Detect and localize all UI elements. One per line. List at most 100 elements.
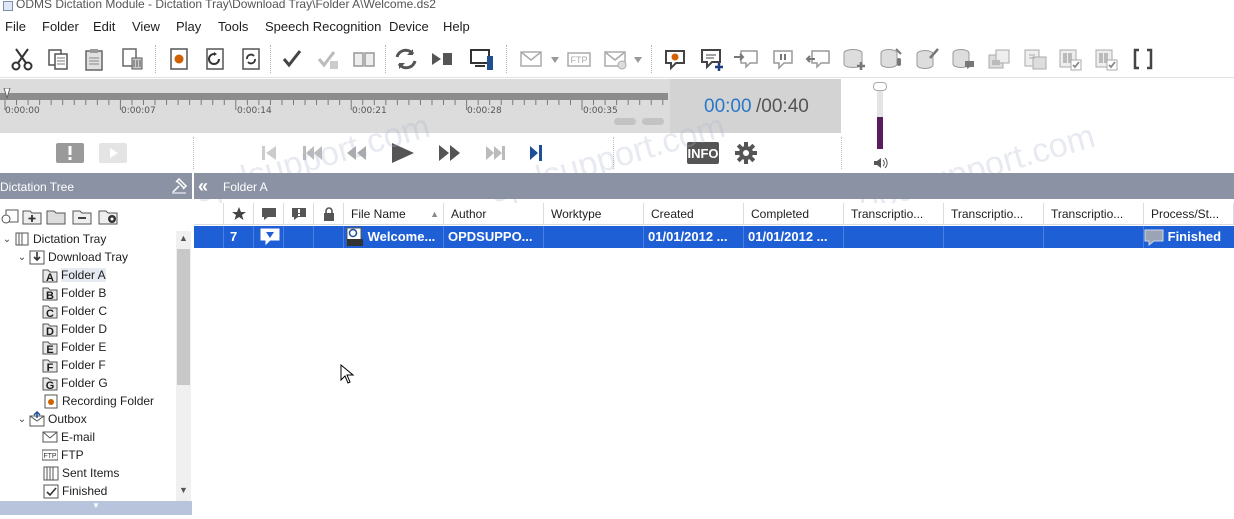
column-header-transcription-3[interactable]: Transcriptio...	[1044, 203, 1144, 225]
collapse-chevrons-icon[interactable]: «	[198, 176, 208, 197]
scroll-up-icon[interactable]: ▲	[176, 233, 191, 247]
alert-comment-icon[interactable]	[284, 203, 314, 225]
copy-icon[interactable]	[43, 44, 73, 74]
scroll-down-icon[interactable]: ▼	[176, 485, 191, 499]
record-comment-icon[interactable]	[660, 44, 690, 74]
rewind-start-icon[interactable]	[298, 140, 326, 166]
ftp-icon[interactable]: FTP	[564, 44, 594, 74]
delete-icon[interactable]	[117, 44, 147, 74]
menu-folder[interactable]: Folder	[42, 19, 79, 34]
column-header-worktype[interactable]: Worktype	[544, 203, 644, 225]
menu-file[interactable]: File	[5, 19, 26, 34]
tree-node-download-tray[interactable]: ⌄ Download Tray	[15, 248, 128, 266]
tree-node-folder-g[interactable]: G Folder G	[42, 374, 108, 392]
next-index-icon[interactable]	[522, 140, 550, 166]
tick-label: 0:00:21	[352, 106, 387, 116]
column-header-process-status[interactable]: Process/St...	[1144, 203, 1234, 225]
expand-chevron-icon[interactable]: ⌄	[0, 234, 14, 245]
play-stop-icon[interactable]	[427, 44, 457, 74]
folder-verify-icon[interactable]	[1091, 44, 1121, 74]
database-edit-icon[interactable]	[912, 44, 942, 74]
add-folder-icon[interactable]	[22, 207, 42, 225]
rewind-icon[interactable]	[342, 140, 370, 166]
folder-check-icon[interactable]	[1055, 44, 1085, 74]
add-database-icon[interactable]	[839, 44, 869, 74]
folder-settings-icon[interactable]	[984, 44, 1014, 74]
paste-icon[interactable]	[79, 44, 109, 74]
email-icon[interactable]	[516, 44, 546, 74]
star-icon[interactable]	[224, 203, 254, 225]
menu-speech-recognition[interactable]: Speech Recognition	[265, 19, 381, 34]
tree-node-ftp[interactable]: FTP FTP	[41, 446, 84, 464]
menu-device[interactable]: Device	[389, 19, 429, 34]
tree-node-finished[interactable]: Finished	[29, 482, 107, 500]
import-icon[interactable]	[200, 44, 230, 74]
skip-start-icon[interactable]	[255, 140, 283, 166]
tree-node-outbox[interactable]: ⌄ Outbox	[15, 410, 87, 428]
back-comment-icon[interactable]	[803, 44, 833, 74]
info-icon[interactable]: INFO	[687, 140, 719, 166]
volume-knob[interactable]	[873, 82, 887, 91]
folder-icon[interactable]	[46, 207, 66, 225]
new-tray-icon[interactable]	[0, 207, 20, 225]
position-marker-icon[interactable]	[0, 88, 12, 100]
insert-comment-icon[interactable]	[731, 44, 761, 74]
sync-icon[interactable]	[391, 44, 421, 74]
pause-comment-icon[interactable]	[767, 44, 797, 74]
fast-forward-icon[interactable]	[436, 140, 464, 166]
email-options-icon[interactable]	[600, 44, 630, 74]
convert-icon[interactable]	[236, 44, 266, 74]
settings-icon[interactable]	[732, 140, 760, 166]
menu-help[interactable]: Help	[443, 19, 470, 34]
cut-icon[interactable]	[7, 44, 37, 74]
database-mic-icon[interactable]	[876, 44, 906, 74]
menu-tools[interactable]: Tools	[218, 19, 248, 34]
scroll-thumb[interactable]	[177, 249, 190, 385]
mark-index-button[interactable]	[614, 118, 636, 125]
tree-node-folder-d[interactable]: D Folder D	[42, 320, 107, 338]
clear-index-button[interactable]	[642, 118, 664, 125]
tree-scrollbar[interactable]: ▲ ▼	[176, 231, 191, 501]
comment-icon[interactable]	[254, 203, 284, 225]
column-header-author[interactable]: Author	[444, 203, 544, 225]
expand-chevron-icon[interactable]: ⌄	[15, 252, 29, 263]
tree-node-folder-a[interactable]: A Folder A	[42, 266, 106, 284]
finish-icon[interactable]	[277, 44, 307, 74]
tree-bottom-bar[interactable]: ▼	[0, 501, 192, 515]
menu-view[interactable]: View	[132, 19, 160, 34]
database-comment-icon[interactable]	[948, 44, 978, 74]
tree-node-folder-f[interactable]: F Folder F	[42, 356, 106, 374]
tree-node-folder-c[interactable]: C Folder C	[42, 302, 107, 320]
add-comment-icon[interactable]	[697, 44, 727, 74]
video-icon[interactable]	[99, 140, 127, 166]
column-header-created[interactable]: Created	[644, 203, 744, 225]
tree-node-dictation-tray[interactable]: ⌄ Dictation Tray	[0, 230, 107, 248]
folder-settings-icon[interactable]	[98, 207, 118, 225]
send-to-device-icon[interactable]	[467, 44, 497, 74]
menu-play[interactable]: Play	[176, 19, 201, 34]
priority-icon[interactable]	[56, 140, 84, 166]
table-row[interactable]: 7 Welcome... OPDSUPPO... 01/01/2012 ... …	[194, 226, 1234, 248]
menu-edit[interactable]: Edit	[93, 19, 115, 34]
tree-node-folder-b[interactable]: B Folder B	[42, 284, 106, 302]
lock-icon[interactable]	[314, 203, 344, 225]
column-header-file-name[interactable]: File Name ▲	[344, 203, 444, 225]
column-header-completed[interactable]: Completed	[744, 203, 844, 225]
tree-node-sent-items[interactable]: Sent Items	[29, 464, 119, 482]
bracket-icon[interactable]	[1128, 44, 1158, 74]
tree-node-recording-folder[interactable]: Recording Folder	[29, 392, 154, 410]
cancel-finish-icon[interactable]	[313, 44, 343, 74]
column-header-transcription-2[interactable]: Transcriptio...	[944, 203, 1044, 225]
new-record-icon[interactable]	[164, 44, 194, 74]
folder-network-icon[interactable]	[1020, 44, 1050, 74]
skip-forward-icon[interactable]	[482, 140, 510, 166]
pin-icon[interactable]	[170, 177, 188, 195]
tree-node-email[interactable]: E-mail	[42, 428, 95, 446]
open-book-icon[interactable]	[349, 44, 379, 74]
position-slider[interactable]	[0, 93, 668, 100]
expand-chevron-icon[interactable]: ⌄	[15, 414, 29, 425]
tree-node-folder-e[interactable]: E Folder E	[42, 338, 106, 356]
remove-folder-icon[interactable]	[72, 207, 92, 225]
play-icon[interactable]	[389, 140, 417, 166]
column-header-transcription-1[interactable]: Transcriptio...	[844, 203, 944, 225]
